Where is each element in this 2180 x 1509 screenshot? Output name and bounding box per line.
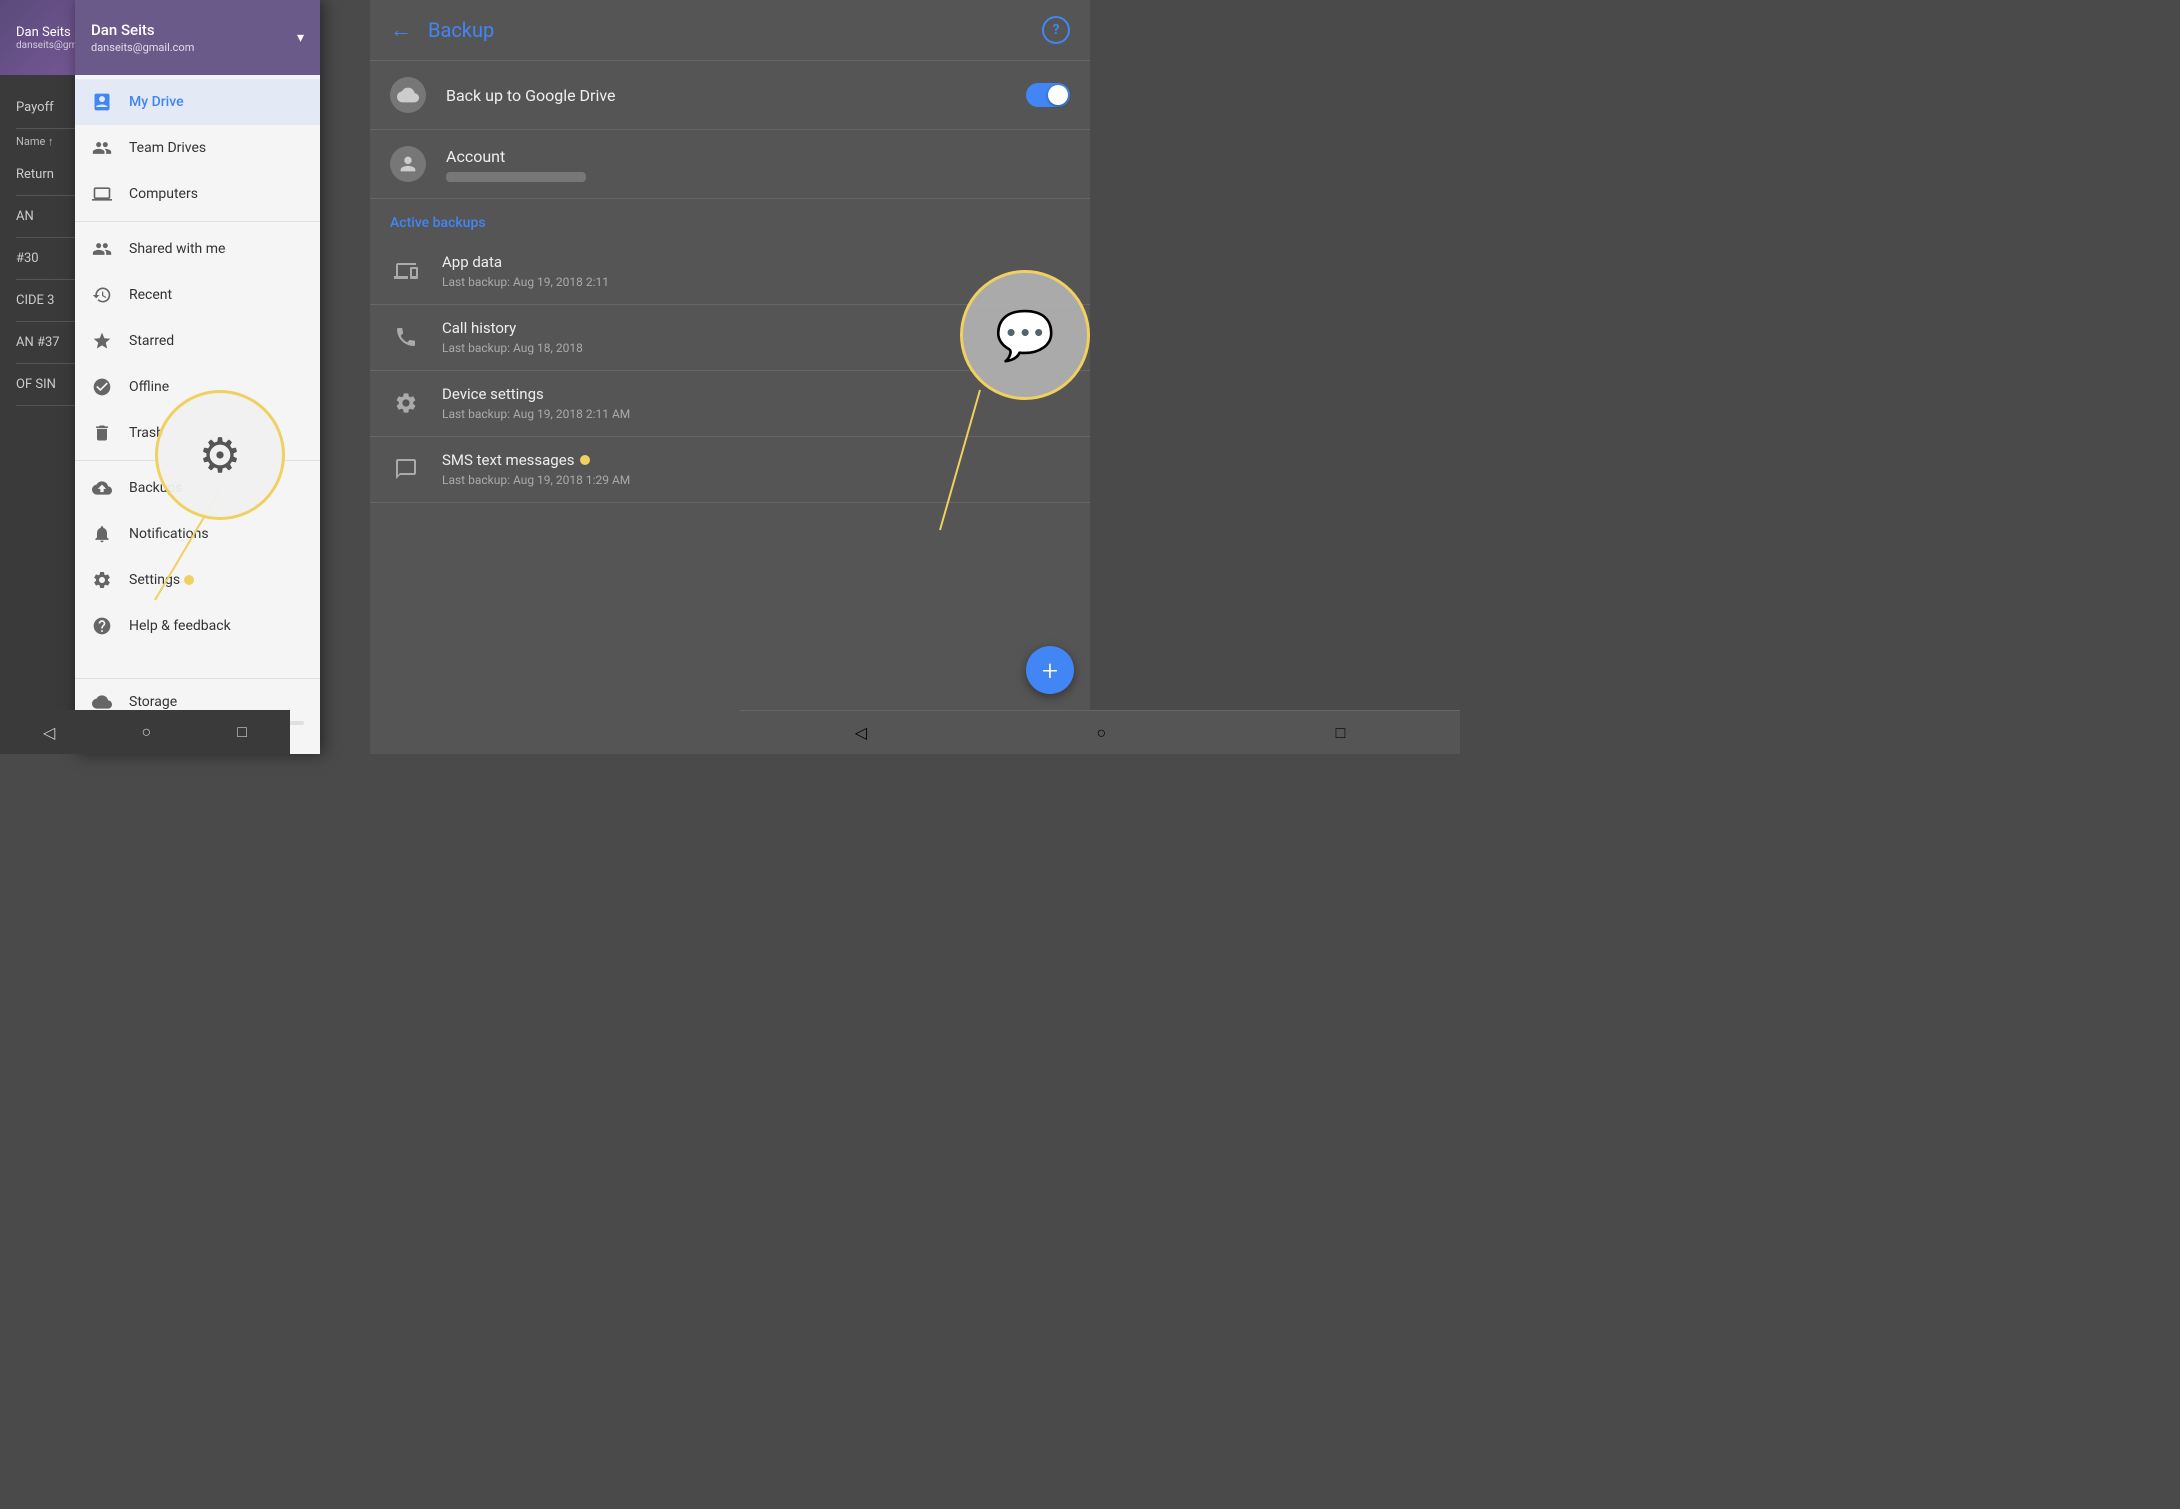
call-history-title: Call history [442, 319, 516, 337]
drawer-user-email: danseits@gmail.com [91, 41, 194, 54]
settings-yellow-dot [184, 575, 194, 585]
device-settings-icon [390, 387, 422, 419]
call-history-subtitle: Last backup: Aug 18, 2018 [442, 341, 583, 355]
google-drive-backup-content: Back up to Google Drive [446, 86, 1026, 105]
starred-label: Starred [129, 333, 174, 349]
sms-header: SMS text messages [442, 451, 1070, 469]
recent-icon [91, 284, 113, 306]
app-data-subtitle: Last backup: Aug 19, 2018 2:11 [442, 275, 609, 289]
recent-label: Recent [129, 287, 172, 303]
app-data-title: App data [442, 253, 502, 271]
device-settings-content: Device settings Last backup: Aug 19, 201… [442, 385, 1070, 422]
toggle-knob [1048, 85, 1068, 105]
sms-title: SMS text messages [442, 451, 574, 469]
computers-icon [91, 183, 113, 205]
notifications-label: Notifications [129, 526, 209, 542]
shared-label: Shared with me [129, 241, 225, 257]
backup-content: Back up to Google Drive Account Active b… [370, 61, 1090, 754]
help-icon [91, 615, 113, 637]
notifications-icon [91, 523, 113, 545]
sms-yellow-dot [580, 455, 590, 465]
gear-annotation-symbol: ⚙ [198, 427, 241, 484]
nav-recents-left[interactable]: □ [237, 722, 247, 742]
google-drive-toggle[interactable] [1026, 83, 1070, 107]
gear-annotation-circle: ⚙ [155, 390, 285, 520]
app-data-content: App data Last backup: Aug 19, 2018 2:11 [442, 253, 1070, 290]
nav-bar-right: ◁ ○ □ [740, 710, 1460, 754]
bg-item-text: AN [16, 209, 34, 224]
sidebar-item-settings[interactable]: Settings [75, 557, 320, 603]
backup-back-button[interactable]: ← [390, 17, 412, 43]
fab-button[interactable]: + [1026, 646, 1074, 694]
nav-home-right[interactable]: ○ [1096, 723, 1106, 743]
google-drive-icon [390, 77, 426, 113]
nav-home-left[interactable]: ○ [141, 722, 151, 742]
sms-content: SMS text messages Last backup: Aug 19, 2… [442, 451, 1070, 488]
starred-icon [91, 330, 113, 352]
offline-label: Offline [129, 379, 169, 395]
call-history-icon [390, 321, 422, 353]
sidebar-item-team-drives[interactable]: Team Drives [75, 125, 320, 171]
bg-item-text: AN #37 [16, 335, 60, 350]
sidebar-item-help[interactable]: Help & feedback [75, 603, 320, 649]
drawer-header: Dan Seits danseits@gmail.com ▾ [75, 0, 320, 75]
bg-item-text: #30 [16, 251, 39, 266]
drawer-user-info: Dan Seits danseits@gmail.com [91, 21, 194, 54]
nav-bar-left: ◁ ○ □ [0, 710, 290, 754]
bg-item-text: CIDE 3 [16, 293, 54, 308]
nav-recents-right[interactable]: □ [1336, 723, 1346, 743]
bg-item-text: Payoff [16, 100, 54, 115]
app-data-header: App data [442, 253, 1070, 271]
navigation-drawer: Dan Seits danseits@gmail.com ▾ My Drive … [75, 0, 320, 754]
device-settings-header: Device settings [442, 385, 1070, 403]
sidebar-item-notifications[interactable]: Notifications [75, 511, 320, 557]
storage-text: Storage [129, 694, 177, 710]
team-drives-label: Team Drives [129, 140, 206, 156]
account-row[interactable]: Account [370, 130, 1090, 199]
sms-annotation-symbol: 💬 [995, 307, 1055, 364]
my-drive-label: My Drive [129, 94, 184, 110]
drawer-items-list: My Drive Team Drives Computers [75, 75, 320, 678]
device-settings-subtitle: Last backup: Aug 19, 2018 2:11 AM [442, 407, 630, 421]
sidebar-item-starred[interactable]: Starred [75, 318, 320, 364]
backups-icon [91, 477, 113, 499]
drawer-arrow[interactable]: ▾ [297, 30, 304, 46]
bg-item-text: OF SIN [16, 377, 56, 392]
sms-annotation-circle: 💬 [960, 270, 1090, 400]
device-settings-title: Device settings [442, 385, 544, 403]
google-drive-backup-row: Back up to Google Drive [370, 61, 1090, 130]
team-drives-icon [91, 137, 113, 159]
backup-title: Backup [428, 18, 1042, 42]
backup-help-button[interactable]: ? [1042, 16, 1070, 44]
account-content: Account [446, 147, 1070, 182]
sms-subtitle: Last backup: Aug 19, 2018 1:29 AM [442, 473, 630, 487]
drawer-user-name: Dan Seits [91, 21, 194, 39]
sidebar-item-my-drive[interactable]: My Drive [75, 79, 320, 125]
offline-icon [91, 376, 113, 398]
sidebar-item-computers[interactable]: Computers [75, 171, 320, 217]
sidebar-item-recent[interactable]: Recent [75, 272, 320, 318]
sidebar-item-shared[interactable]: Shared with me [75, 226, 320, 272]
google-drive-backup-title: Back up to Google Drive [446, 86, 616, 105]
app-data-icon [390, 255, 422, 287]
active-backups-label: Active backups [370, 199, 1090, 239]
settings-label: Settings [129, 572, 180, 588]
trash-icon [91, 422, 113, 444]
nav-back-left[interactable]: ◁ [43, 723, 55, 742]
shared-icon [91, 238, 113, 260]
bg-item-text: Return [16, 167, 54, 182]
divider-1 [75, 221, 320, 222]
account-icon [390, 146, 426, 182]
account-subtitle [446, 172, 586, 182]
help-label: Help & feedback [129, 618, 231, 634]
sms-icon [390, 453, 422, 485]
settings-icon [91, 569, 113, 591]
nav-back-right[interactable]: ◁ [855, 723, 867, 742]
computers-label: Computers [129, 186, 198, 202]
backup-item-sms[interactable]: SMS text messages Last backup: Aug 19, 2… [370, 437, 1090, 503]
my-drive-icon [91, 91, 113, 113]
backup-header: ← Backup ? [370, 0, 1090, 61]
account-title: Account [446, 147, 505, 166]
